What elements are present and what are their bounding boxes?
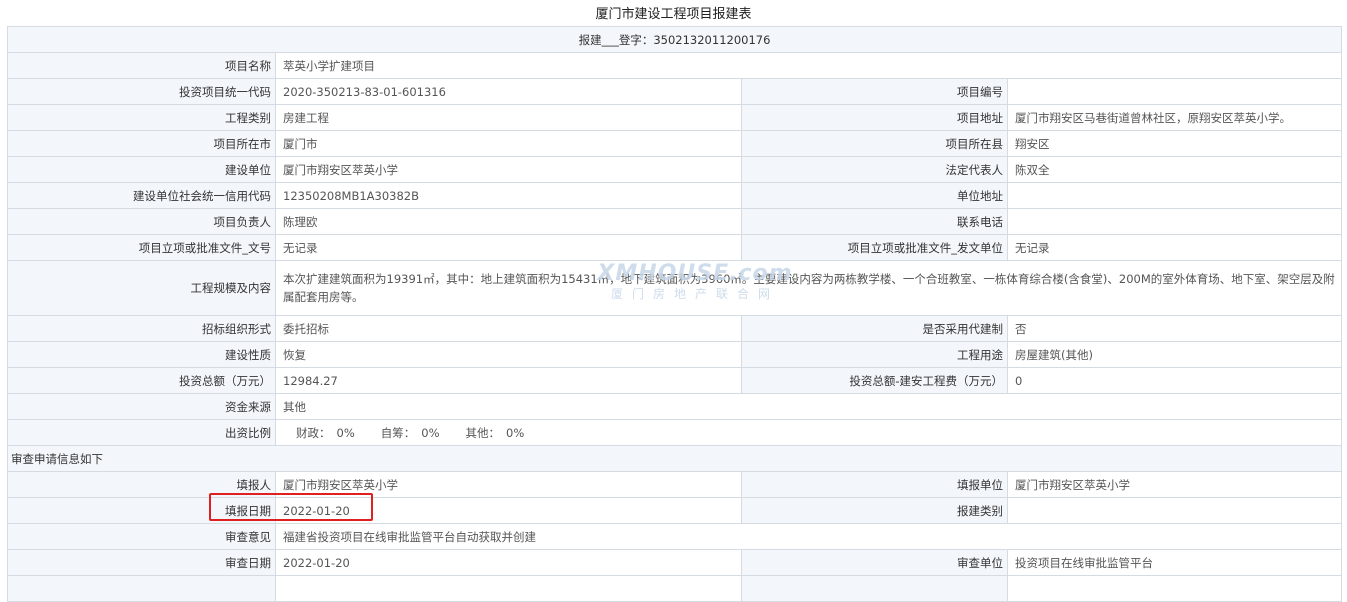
project-name-label: 项目名称 — [7, 52, 276, 79]
manager-label: 项目负责人 — [7, 208, 276, 235]
unified-code-value: 2020-350213-83-01-601316 — [275, 78, 742, 105]
review-date-value: 2022-01-20 — [275, 549, 742, 576]
report-type-value — [1006, 497, 1343, 524]
review-unit-label: 审查单位 — [741, 549, 1008, 576]
phone-label: 联系电话 — [741, 208, 1008, 235]
investment-value: 12984.27 — [275, 367, 742, 394]
report-type-label: 报建类别 — [741, 497, 1008, 524]
project-address-value: 厦门市翔安区马巷街道曾林社区，原翔安区萃英小学。 — [1006, 104, 1343, 131]
ratio-label: 出资比例 — [7, 419, 276, 446]
page-title: 厦门市建设工程项目报建表 — [595, 7, 752, 22]
investment-label: 投资总额（万元） — [7, 367, 276, 394]
approval-unit-value: 无记录 — [1006, 234, 1343, 261]
ratio-value: 财政： 0% 自筹： 0% 其他： 0% — [274, 419, 1343, 446]
engineering-type-value: 房建工程 — [275, 104, 742, 131]
county-value: 翔安区 — [1006, 130, 1343, 157]
investment-install-value: 0 — [1006, 367, 1343, 394]
approval-doc-label: 项目立项或批准文件_文号 — [7, 234, 276, 261]
approval-unit-label: 项目立项或批准文件_发文单位 — [741, 234, 1008, 261]
project-name-value: 萃英小学扩建项目 — [274, 52, 1343, 79]
fund-source-label: 资金来源 — [7, 393, 276, 420]
credit-code-value: 12350208MB1A30382B — [275, 182, 742, 209]
registration-table: 报建___登字：3502132011200176 项目名称 萃英小学扩建项目 投… — [6, 26, 1343, 602]
unit-address-value — [1006, 182, 1343, 209]
empty-row-value — [275, 575, 742, 602]
investment-install-label: 投资总额-建安工程费（万元） — [741, 367, 1008, 394]
fund-source-value: 其他 — [274, 393, 1343, 420]
review-section-header: 审查申请信息如下 — [6, 445, 1343, 472]
opinion-label: 审查意见 — [7, 523, 276, 550]
unified-code-label: 投资项目统一代码 — [7, 78, 276, 105]
project-number-value — [1006, 78, 1343, 105]
review-unit-value: 投资项目在线审批监管平台 — [1006, 549, 1343, 576]
ratio-other-label: 其他： — [465, 425, 501, 440]
manager-value: 陈理欧 — [275, 208, 742, 235]
filler-label: 填报人 — [7, 471, 276, 498]
scale-label: 工程规模及内容 — [7, 260, 276, 316]
approval-doc-value: 无记录 — [275, 234, 742, 261]
project-number-label: 项目编号 — [741, 78, 1008, 105]
ratio-self-value: 0% — [421, 425, 440, 440]
empty-row-label-2 — [741, 575, 1008, 602]
unit-address-label: 单位地址 — [741, 182, 1008, 209]
registration-number: 报建___登字：3502132011200176 — [6, 26, 1343, 53]
fill-date-label: 填报日期 — [7, 497, 276, 524]
fill-date-value: 2022-01-20 — [275, 497, 742, 524]
nature-value: 恢复 — [275, 341, 742, 368]
project-address-label: 项目地址 — [741, 104, 1008, 131]
ratio-fiscal-label: 财政： — [296, 425, 331, 440]
phone-value — [1006, 208, 1343, 235]
builder-label: 建设单位 — [7, 156, 276, 183]
filler-unit-label: 填报单位 — [741, 471, 1008, 498]
usage-label: 工程用途 — [741, 341, 1008, 368]
empty-row-value-2 — [1006, 575, 1343, 602]
usage-value: 房屋建筑(其他) — [1006, 341, 1343, 368]
filler-unit-value: 厦门市翔安区萃英小学 — [1006, 471, 1343, 498]
opinion-value: 福建省投资项目在线审批监管平台自动获取并创建 — [274, 523, 1343, 550]
empty-row-label — [7, 575, 276, 602]
engineering-type-label: 工程类别 — [7, 104, 276, 131]
filler-value: 厦门市翔安区萃英小学 — [275, 471, 742, 498]
ratio-self-label: 自筹： — [380, 425, 416, 440]
agent-build-label: 是否采用代建制 — [741, 315, 1008, 342]
legal-rep-value: 陈双全 — [1006, 156, 1343, 183]
credit-code-label: 建设单位社会统一信用代码 — [7, 182, 276, 209]
review-date-label: 审查日期 — [7, 549, 276, 576]
city-label: 项目所在市 — [7, 130, 276, 157]
builder-value: 厦门市翔安区萃英小学 — [275, 156, 742, 183]
agent-build-value: 否 — [1006, 315, 1343, 342]
scale-value: 本次扩建建筑面积为19391㎡，其中：地上建筑面积为15431㎡，地下建筑面积为… — [274, 260, 1343, 316]
bidding-form-value: 委托招标 — [275, 315, 742, 342]
legal-rep-label: 法定代表人 — [741, 156, 1008, 183]
bidding-form-label: 招标组织形式 — [7, 315, 276, 342]
nature-label: 建设性质 — [7, 341, 276, 368]
ratio-fiscal-value: 0% — [336, 425, 355, 440]
county-label: 项目所在县 — [741, 130, 1008, 157]
ratio-other-value: 0% — [506, 425, 525, 440]
city-value: 厦门市 — [275, 130, 742, 157]
